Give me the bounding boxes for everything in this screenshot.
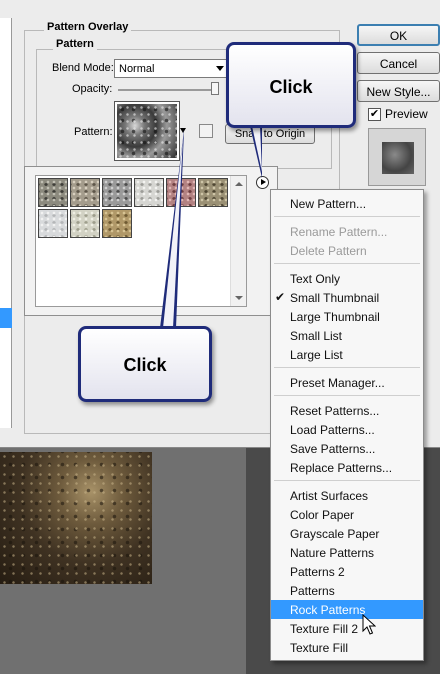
click-callout-bottom: Click [78,326,212,402]
callout-pointers [160,126,262,328]
click-callout-top: Click [226,42,356,128]
screenshot: { "dialog": { "section_title": "Pattern … [0,0,440,674]
callout-bottom-pointer-fill [163,138,183,328]
